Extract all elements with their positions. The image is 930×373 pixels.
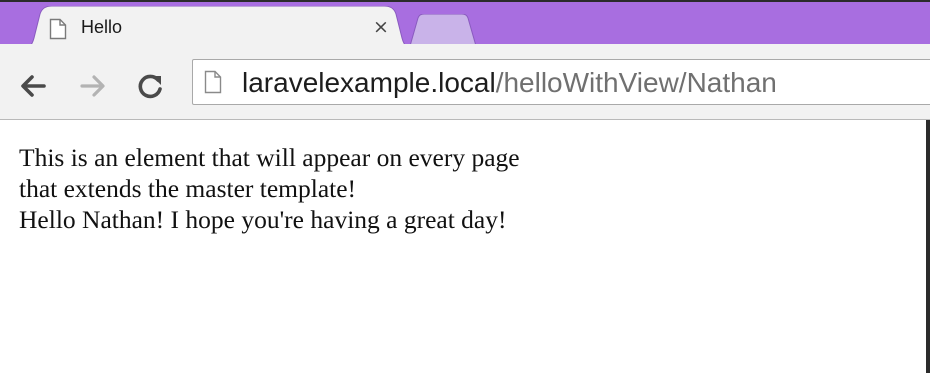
address-bar[interactable]: laravelexample.local/helloWithView/Natha… — [192, 59, 930, 105]
page-viewport: This is an element that will appear on e… — [0, 120, 926, 373]
url-path: /helloWithView/Nathan — [495, 67, 777, 98]
new-tab-icon[interactable] — [409, 13, 477, 47]
back-arrow-icon[interactable] — [18, 70, 50, 102]
forward-arrow-icon[interactable] — [76, 70, 108, 102]
browser-window: Hello × laravelexample.local/helloWithVi… — [0, 0, 930, 373]
tab-title: Hello — [81, 17, 123, 37]
page-text-line: Hello Nathan! I hope you're having a gre… — [19, 205, 507, 234]
page-icon — [204, 70, 222, 94]
reload-icon[interactable] — [134, 70, 166, 102]
tab-strip: Hello × — [0, 0, 930, 50]
page-icon — [49, 18, 67, 40]
url-text[interactable]: laravelexample.local/helloWithView/Natha… — [242, 66, 777, 100]
url-host: laravelexample.local — [242, 67, 496, 98]
page-content: This is an element that will appear on e… — [19, 142, 520, 235]
close-icon[interactable]: × — [370, 15, 392, 39]
page-text-line: This is an element that will appear on e… — [19, 143, 520, 172]
browser-toolbar: laravelexample.local/helloWithView/Natha… — [0, 44, 930, 120]
page-text-line: that extends the master template! — [19, 174, 357, 203]
